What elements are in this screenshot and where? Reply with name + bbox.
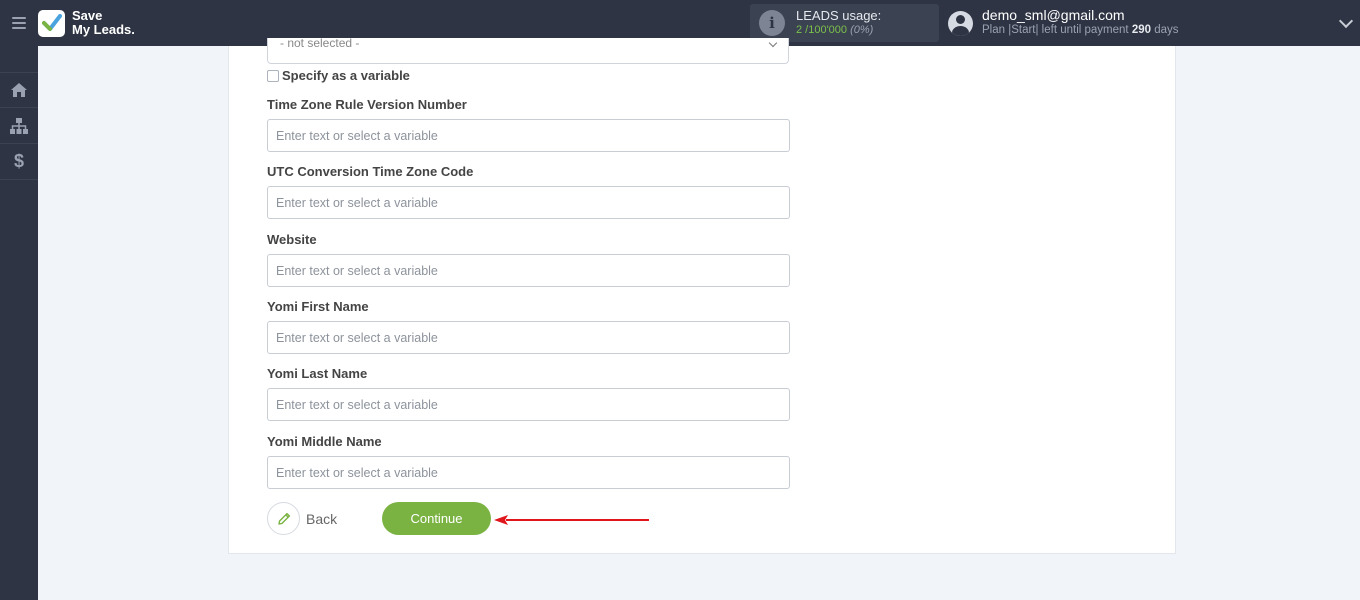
specify-variable-checkbox[interactable] bbox=[267, 69, 279, 82]
field-yomi-last-name: Yomi Last Name bbox=[267, 366, 790, 421]
annotation-arrow-icon bbox=[494, 515, 649, 525]
field-yomi-first-name: Yomi First Name bbox=[267, 299, 790, 354]
logo-text: Save My Leads. bbox=[72, 8, 135, 37]
info-icon[interactable]: i bbox=[759, 10, 785, 36]
field-label: Yomi First Name bbox=[267, 299, 369, 314]
sidebar: $ bbox=[0, 46, 38, 600]
yomi-middle-name-input[interactable] bbox=[267, 456, 790, 489]
avatar-icon bbox=[948, 10, 973, 36]
pencil-icon bbox=[267, 502, 300, 535]
yomi-first-name-input[interactable] bbox=[267, 321, 790, 354]
sidebar-item-connections[interactable] bbox=[0, 108, 38, 144]
usage-label: LEADS usage: bbox=[796, 8, 882, 23]
sitemap-icon bbox=[10, 117, 28, 134]
home-icon bbox=[11, 83, 27, 97]
field-time-zone-rule-version: Time Zone Rule Version Number bbox=[267, 97, 790, 152]
field-label: Yomi Middle Name bbox=[267, 434, 382, 449]
sidebar-item-home[interactable] bbox=[0, 72, 38, 108]
utc-conversion-code-input[interactable] bbox=[267, 186, 790, 219]
back-label: Back bbox=[306, 510, 338, 527]
user-account[interactable]: demo_sml@gmail.com Plan |Start| left unt… bbox=[948, 8, 1179, 38]
logo-check-icon bbox=[38, 9, 65, 37]
field-label: Yomi Last Name bbox=[267, 366, 368, 381]
back-button[interactable]: Back bbox=[267, 502, 337, 535]
select-value: - not selected - bbox=[280, 36, 360, 50]
specify-variable-label: Specify as a variable bbox=[282, 68, 410, 83]
leads-usage-panel: i LEADS usage: 2 /100'000 (0%) bbox=[750, 4, 939, 42]
specify-variable-row: Specify as a variable bbox=[267, 68, 410, 83]
field-label: Time Zone Rule Version Number bbox=[267, 97, 467, 112]
app-logo[interactable]: Save My Leads. bbox=[38, 9, 135, 37]
field-yomi-middle-name: Yomi Middle Name bbox=[267, 434, 790, 489]
field-select[interactable]: - not selected - bbox=[267, 36, 789, 64]
field-label: UTC Conversion Time Zone Code bbox=[267, 164, 474, 179]
chevron-down-icon bbox=[768, 38, 778, 48]
website-input[interactable] bbox=[267, 254, 790, 287]
field-website: Website bbox=[267, 232, 790, 287]
field-utc-conversion-code: UTC Conversion Time Zone Code bbox=[267, 164, 790, 219]
time-zone-rule-version-input[interactable] bbox=[267, 119, 790, 152]
dollar-icon: $ bbox=[13, 151, 24, 171]
continue-button[interactable]: Continue bbox=[382, 502, 491, 535]
field-label: Website bbox=[267, 232, 317, 247]
chevron-down-icon[interactable] bbox=[1338, 13, 1354, 29]
user-email: demo_sml@gmail.com bbox=[982, 7, 1125, 23]
plan-info: Plan |Start| left until payment 290 days bbox=[982, 24, 1179, 36]
usage-value: 2 /100'000 (0%) bbox=[796, 24, 874, 36]
settings-card: - not selected - Specify as a variable T… bbox=[228, 36, 1176, 554]
yomi-last-name-input[interactable] bbox=[267, 388, 790, 421]
sidebar-item-billing[interactable]: $ bbox=[0, 144, 38, 180]
menu-icon[interactable] bbox=[0, 0, 38, 46]
